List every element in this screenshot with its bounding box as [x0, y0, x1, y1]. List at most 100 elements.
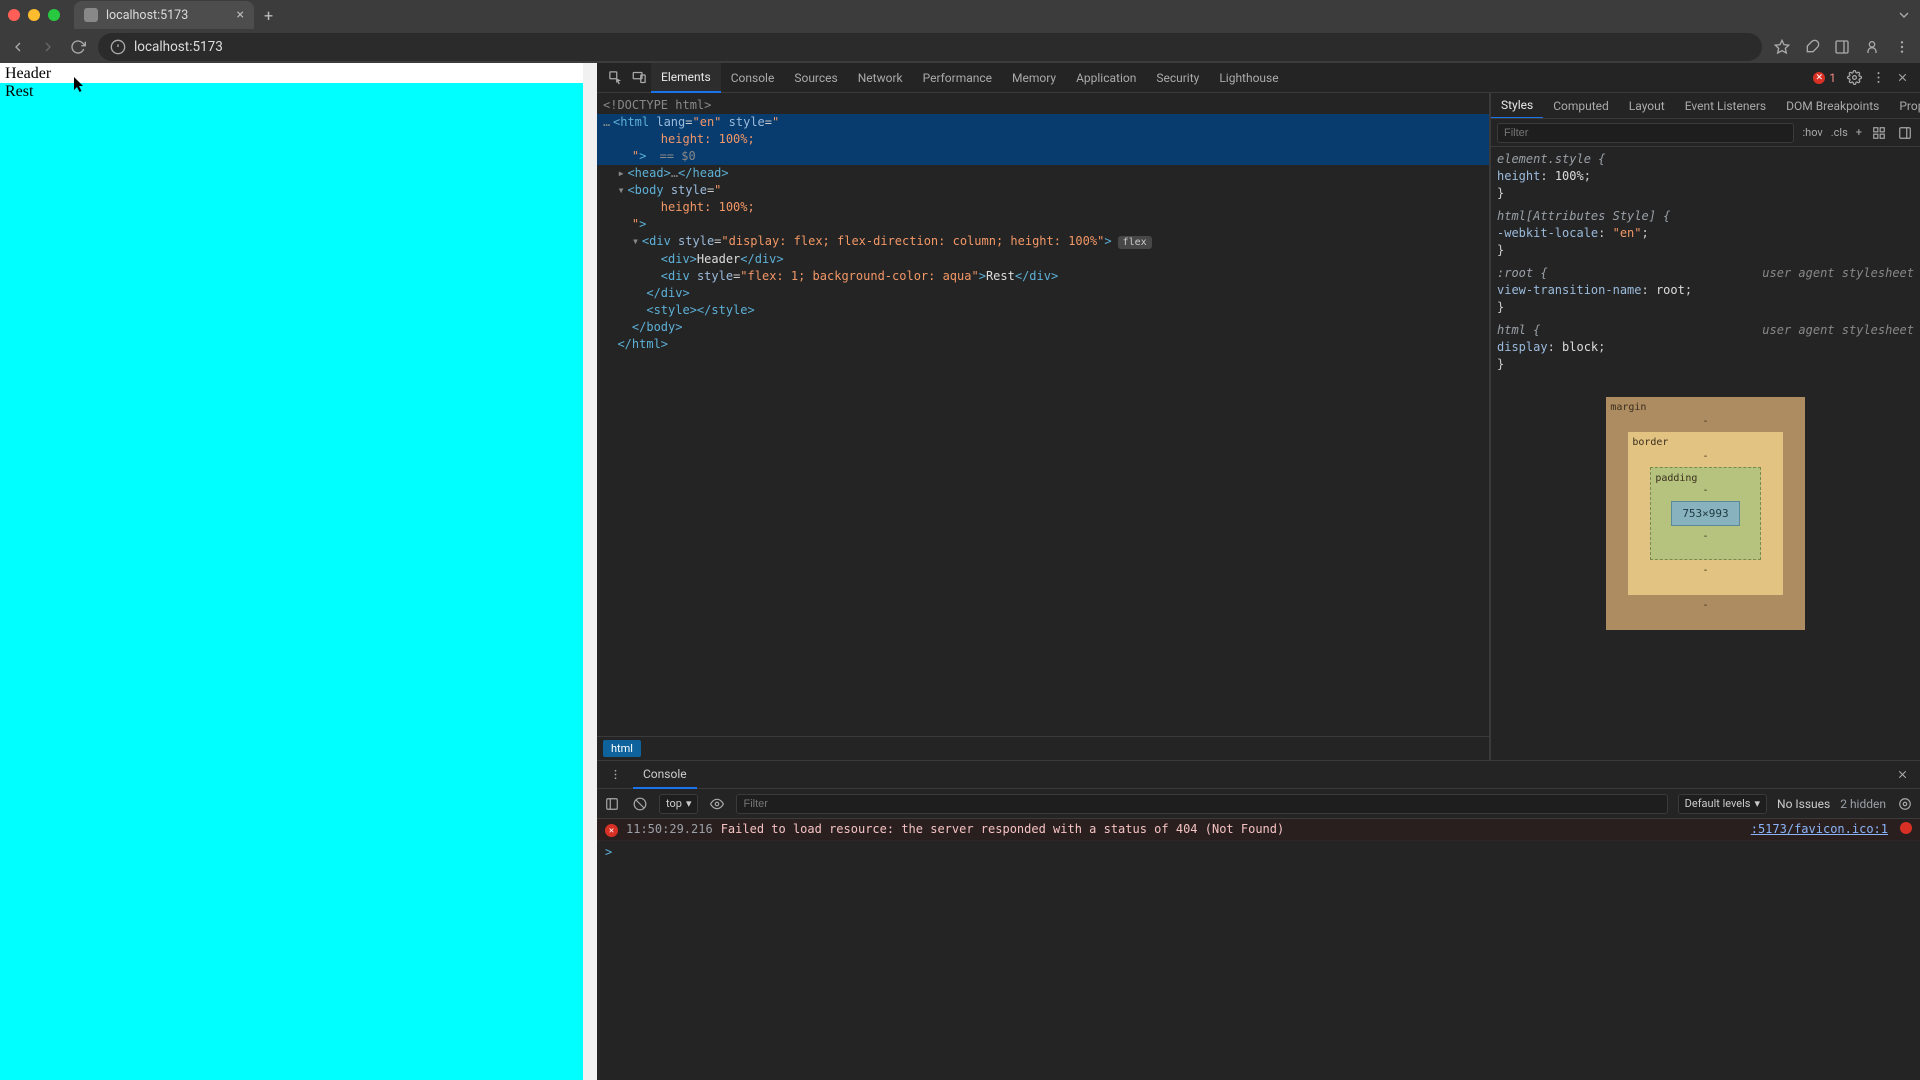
- dom-node-header[interactable]: <div>Header</div>: [597, 251, 1489, 268]
- hidden-messages[interactable]: 2 hidden: [1840, 797, 1886, 811]
- menu-icon[interactable]: [1894, 39, 1910, 55]
- more-icon[interactable]: [1866, 63, 1890, 93]
- tab-lighthouse[interactable]: Lighthouse: [1209, 63, 1288, 93]
- console-message-error[interactable]: ✕ 11:50:29.216 Failed to load resource: …: [597, 819, 1920, 841]
- page-viewport[interactable]: Header Rest: [0, 63, 583, 1080]
- bookmark-icon[interactable]: [1774, 39, 1790, 55]
- dom-tree[interactable]: <!DOCTYPE html> …<html lang="en" style="…: [597, 93, 1489, 736]
- console-context-select[interactable]: top ▾: [659, 794, 698, 814]
- new-tab-button[interactable]: +: [264, 6, 273, 25]
- drawer-menu-icon[interactable]: [603, 760, 627, 790]
- sp-tab-eventlisteners[interactable]: Event Listeners: [1675, 93, 1776, 119]
- chevron-down-icon: ▾: [686, 797, 692, 810]
- error-icon: ✕: [605, 824, 618, 837]
- sp-tab-properties[interactable]: Properties: [1889, 93, 1920, 119]
- console-source-link[interactable]: :5173/favicon.ico:1: [1751, 822, 1888, 836]
- new-style-rule-icon[interactable]: +: [1856, 126, 1862, 139]
- devtools-body: <!DOCTYPE html> …<html lang="en" style="…: [597, 93, 1920, 760]
- sp-tab-computed[interactable]: Computed: [1543, 93, 1619, 119]
- toggle-sidebar-icon[interactable]: [1896, 124, 1914, 142]
- rule-element-style[interactable]: element.style { height: 100%; }: [1497, 151, 1914, 202]
- settings-icon[interactable]: [1842, 63, 1866, 93]
- cls-toggle[interactable]: .cls: [1831, 126, 1848, 139]
- rule-html[interactable]: user agent stylesheethtml { display: blo…: [1497, 322, 1914, 373]
- back-button[interactable]: [10, 39, 26, 55]
- browser-tab[interactable]: localhost:5173 ×: [74, 1, 254, 29]
- error-count-badge[interactable]: ✕1: [1813, 71, 1836, 85]
- drawer-tab-bar: Console: [597, 761, 1920, 789]
- computed-styles-icon[interactable]: [1870, 124, 1888, 142]
- dom-node-style[interactable]: <style></style>: [597, 302, 1489, 319]
- styles-filter-input[interactable]: [1497, 123, 1794, 143]
- styles-body[interactable]: element.style { height: 100%; } html[Att…: [1491, 147, 1920, 760]
- styles-pane: Styles Computed Layout Event Listeners D…: [1490, 93, 1920, 760]
- close-tab-button[interactable]: ×: [237, 7, 244, 23]
- crumb-html[interactable]: html: [603, 740, 641, 757]
- vertical-scrollbar[interactable]: [583, 63, 597, 1080]
- dom-node-html[interactable]: …<html lang="en" style=": [597, 114, 1489, 131]
- close-drawer-icon[interactable]: [1890, 760, 1914, 790]
- styles-toolbar: :hov .cls +: [1491, 119, 1920, 147]
- box-model-diagram: margin - border - padding - 753×993 - -: [1497, 379, 1914, 654]
- tab-title: localhost:5173: [106, 8, 188, 23]
- maximize-window-button[interactable]: [48, 9, 60, 21]
- drawer-tab-console[interactable]: Console: [633, 761, 697, 789]
- url-text: localhost:5173: [134, 39, 223, 55]
- sp-tab-dombreakpoints[interactable]: DOM Breakpoints: [1776, 93, 1889, 119]
- box-model-content-size: 753×993: [1671, 501, 1739, 526]
- clear-console-icon[interactable]: [631, 789, 649, 819]
- tab-sources[interactable]: Sources: [784, 63, 847, 93]
- window-controls: [8, 9, 60, 21]
- console-body[interactable]: ✕ 11:50:29.216 Failed to load resource: …: [597, 819, 1920, 1080]
- chevron-down-icon: ▾: [1754, 797, 1760, 810]
- flex-badge[interactable]: flex: [1118, 236, 1152, 249]
- browser-chrome: localhost:5173 × + localhost:5173: [0, 0, 1920, 63]
- site-info-icon[interactable]: [110, 39, 126, 55]
- console-sidebar-icon[interactable]: [603, 789, 621, 819]
- console-prompt[interactable]: >: [597, 841, 1920, 863]
- favicon-icon: [84, 8, 98, 22]
- console-settings-icon[interactable]: [1896, 789, 1914, 819]
- browser-toolbar: localhost:5173: [0, 30, 1920, 63]
- dom-node-body[interactable]: ▾<body style=": [597, 182, 1489, 199]
- main-area: Header Rest Elements Console Sources Net…: [0, 63, 1920, 1080]
- minimize-window-button[interactable]: [28, 9, 40, 21]
- tab-security[interactable]: Security: [1146, 63, 1209, 93]
- issues-indicator[interactable]: No Issues: [1777, 797, 1830, 811]
- page-header-text: Header: [0, 63, 583, 83]
- live-expressions-icon[interactable]: [708, 789, 726, 819]
- reload-button[interactable]: [70, 39, 86, 55]
- dom-node-head[interactable]: ▸<head>…</head>: [597, 165, 1489, 182]
- close-window-button[interactable]: [8, 9, 20, 21]
- styles-tab-bar: Styles Computed Layout Event Listeners D…: [1491, 93, 1920, 119]
- dom-node-rest[interactable]: <div style="flex: 1; background-color: a…: [597, 268, 1489, 285]
- rule-root[interactable]: user agent stylesheet:root { view-transi…: [1497, 265, 1914, 316]
- log-levels-select[interactable]: Default levels ▾: [1678, 794, 1767, 814]
- device-toolbar-icon[interactable]: [627, 63, 651, 93]
- extensions-icon[interactable]: [1804, 39, 1820, 55]
- devtools-tab-bar: Elements Console Sources Network Perform…: [597, 63, 1920, 93]
- address-bar[interactable]: localhost:5173: [98, 33, 1762, 61]
- profile-icon[interactable]: [1864, 39, 1880, 55]
- console-toolbar: top ▾ Default levels ▾ No Issues 2 hidde…: [597, 789, 1920, 819]
- sp-tab-styles[interactable]: Styles: [1491, 93, 1543, 119]
- tab-performance[interactable]: Performance: [913, 63, 1002, 93]
- dom-node-flexdiv[interactable]: ▾<div style="display: flex; flex-directi…: [597, 233, 1489, 251]
- console-filter-input[interactable]: [736, 794, 1667, 814]
- tab-network[interactable]: Network: [848, 63, 913, 93]
- console-drawer: Console top ▾ Default levels ▾ No Issues…: [597, 760, 1920, 1080]
- side-panel-icon[interactable]: [1834, 39, 1850, 55]
- inspect-element-icon[interactable]: [603, 63, 627, 93]
- forward-button[interactable]: [40, 39, 56, 55]
- chevron-down-icon[interactable]: [1896, 7, 1912, 23]
- dom-breadcrumbs[interactable]: html: [597, 736, 1489, 760]
- close-devtools-icon[interactable]: [1890, 63, 1914, 93]
- tab-console[interactable]: Console: [721, 63, 785, 93]
- tab-application[interactable]: Application: [1066, 63, 1146, 93]
- rule-attributes-style[interactable]: html[Attributes Style] { -webkit-locale:…: [1497, 208, 1914, 259]
- tab-elements[interactable]: Elements: [651, 63, 721, 93]
- tab-memory[interactable]: Memory: [1002, 63, 1066, 93]
- sp-tab-layout[interactable]: Layout: [1619, 93, 1675, 119]
- hov-toggle[interactable]: :hov: [1802, 126, 1822, 139]
- devtools-panel: Elements Console Sources Network Perform…: [597, 63, 1920, 1080]
